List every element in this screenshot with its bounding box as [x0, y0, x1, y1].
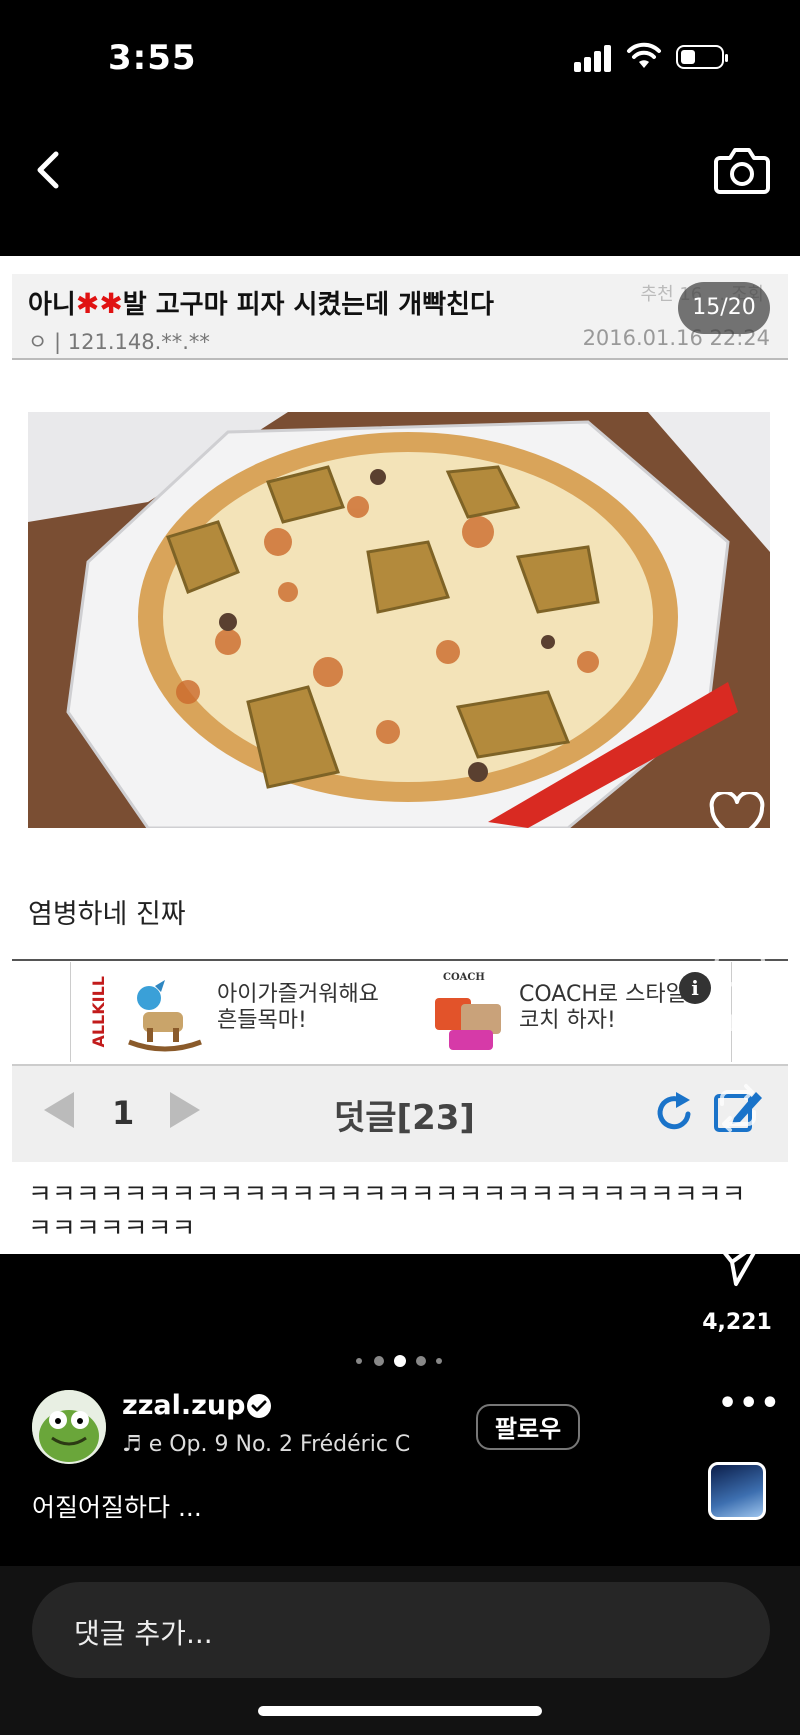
- post-title-part1: 아니: [28, 290, 76, 320]
- refresh-icon[interactable]: [654, 1090, 696, 1134]
- avatar[interactable]: [32, 1390, 106, 1464]
- add-comment-placeholder: 댓글 추가...: [74, 1617, 213, 1650]
- carousel-dot: [374, 1356, 384, 1366]
- coach-logo: COACH: [443, 972, 485, 983]
- more-options-icon[interactable]: •••: [718, 1386, 782, 1421]
- comment-icon[interactable]: [710, 938, 766, 994]
- divider: [12, 959, 788, 961]
- page-indicator-badge: 15/20: [678, 282, 770, 334]
- camera-icon: [714, 148, 770, 194]
- comments-pagination-bar: 1 덧글[23]: [12, 1064, 788, 1162]
- carousel-dot: [436, 1358, 442, 1364]
- ad-item2-line1: COACH로 스타일: [519, 982, 686, 1007]
- battery-icon: [676, 45, 728, 69]
- rocking-horse-image: [128, 980, 202, 1052]
- repost-count: 79: [721, 1166, 753, 1191]
- comment-text-content: ㅋㅋㅋㅋㅋㅋㅋㅋㅋㅋㅋㅋㅋㅋㅋㅋㅋㅋㅋㅋㅋㅋㅋㅋㅋㅋㅋㅋㅋㅋㅋㅋㅋㅋㅋㅋㅋ: [28, 1180, 746, 1244]
- status-time: 3:55: [108, 38, 197, 78]
- ad-item2-line2: 코치 하자!: [519, 1008, 616, 1033]
- censor-flower-icon: ✱: [75, 287, 100, 320]
- post-title: 아니✱✱발 고구마 피자 시켰는데 개빡친다: [28, 284, 494, 321]
- like-count: 2,738: [702, 868, 772, 893]
- next-page-icon[interactable]: [168, 1090, 202, 1130]
- chevron-left-icon: [37, 151, 59, 189]
- music-track[interactable]: ♬ e Op. 9 No. 2 Frédéric C: [122, 1432, 452, 1457]
- carousel-dot: [356, 1358, 362, 1364]
- comment-text: ㅋㅋㅋㅋㅋㅋㅋㅋㅋㅋㅋㅋㅋㅋㅋㅋㅋㅋㅋㅋㅋㅋㅋㅋㅋㅋㅋㅋㅋㅋㅋㅋㅋㅋㅋㅋㅋ: [28, 1178, 768, 1246]
- heart-icon[interactable]: [708, 792, 766, 844]
- audio-thumbnail[interactable]: [708, 1462, 766, 1520]
- home-indicator: [258, 1706, 542, 1716]
- comment-page-number: 1: [112, 1094, 135, 1132]
- wifi-icon: [626, 40, 662, 78]
- verified-badge-icon: [247, 1394, 271, 1418]
- ad-item1-text: 아이가즐거워해요 흔들목마!: [217, 982, 379, 1034]
- back-button[interactable]: [28, 140, 68, 200]
- camera-button[interactable]: [714, 144, 770, 196]
- ad-brand-logo: ALLKILL: [89, 976, 108, 1048]
- carousel-dots: [354, 1354, 454, 1368]
- ad-item1-line1: 아이가즐거워해요: [217, 982, 379, 1007]
- share-send-icon[interactable]: [712, 1236, 764, 1288]
- pizza-photo: [28, 412, 770, 828]
- post-title-part2: 발 고구마 피자 시켰는데 개빡친다: [122, 290, 494, 320]
- carousel-dot: [416, 1356, 426, 1366]
- signal-icon: [574, 44, 614, 72]
- share-count: 4,221: [702, 1310, 772, 1335]
- post-body-text: 염병하네 진짜: [28, 899, 186, 930]
- censor-flower-icon: ✱: [99, 287, 123, 320]
- repost-icon[interactable]: [712, 1082, 764, 1134]
- comment-count: 16: [721, 1012, 753, 1037]
- follow-button[interactable]: 팔로우: [476, 1404, 580, 1450]
- prev-page-icon[interactable]: [42, 1090, 76, 1130]
- post-author-ip: ㅇ | 121.148.**.**: [28, 330, 210, 354]
- username[interactable]: zzal.zup: [122, 1390, 245, 1421]
- ad-info-icon[interactable]: i: [679, 972, 711, 1004]
- post-caption[interactable]: 어질어질하다 ...: [32, 1488, 202, 1524]
- ad-banner[interactable]: ALLKILL 아이가즐거워해요 흔들목마! COACH COACH로 스타일 …: [70, 962, 732, 1062]
- carousel-dot-active: [394, 1355, 406, 1367]
- add-comment-input[interactable]: 댓글 추가...: [32, 1582, 770, 1678]
- ad-item1-line2: 흔들목마!: [217, 1008, 307, 1033]
- handbag-image: [435, 998, 501, 1050]
- ad-item2-text: COACH로 스타일 코치 하자!: [519, 982, 686, 1034]
- post-header: 아니✱✱발 고구마 피자 시켰는데 개빡친다 추천 16 ... 조회 ㅇ | …: [12, 274, 788, 360]
- post-image-card[interactable]: 아니✱✱발 고구마 피자 시켰는데 개빡친다 추천 16 ... 조회 ㅇ | …: [0, 256, 800, 1254]
- comments-count-label: 덧글[23]: [334, 1098, 475, 1138]
